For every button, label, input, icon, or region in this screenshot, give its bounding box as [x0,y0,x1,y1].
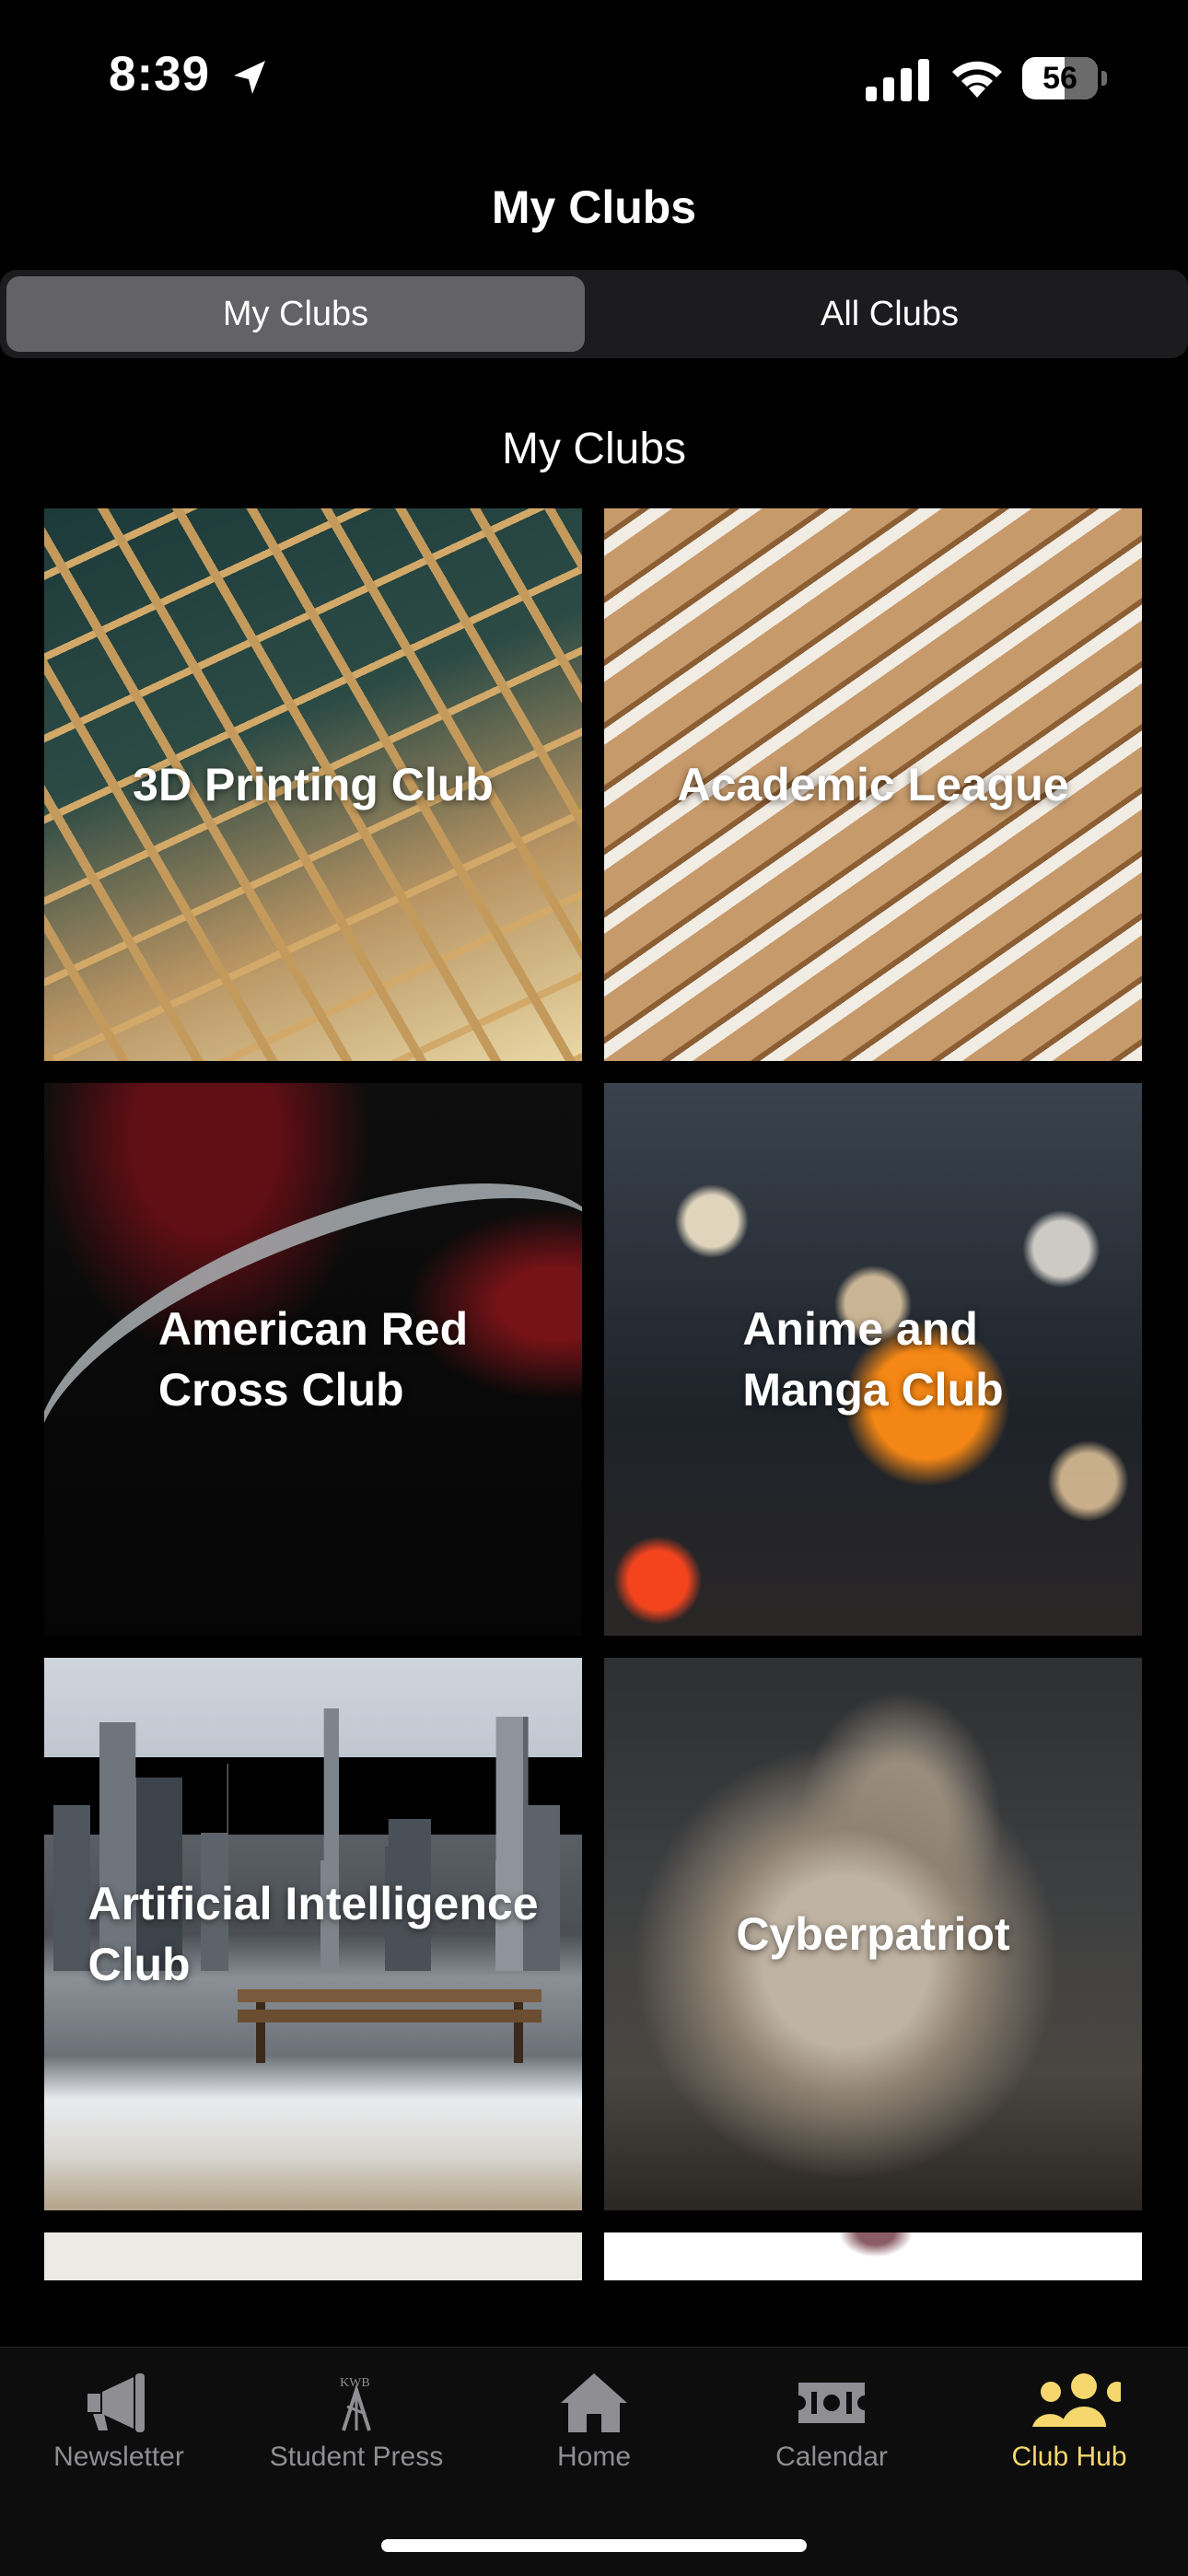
tab-label: Calendar [775,2442,888,2472]
segment-all-clubs[interactable]: All Clubs [600,276,1179,352]
tab-calendar[interactable]: Calendar [713,2364,950,2484]
tab-student-press[interactable]: KWB Student Press [238,2364,475,2484]
club-tile-label: Cyberpatriot [736,1908,1010,1960]
club-tile-label: American Red Cross Club [157,1303,469,1416]
tab-club-hub[interactable]: Club Hub [950,2364,1188,2484]
status-time: 8:39 [109,47,211,101]
club-tile-artificial-intelligence[interactable]: Artificial Intelligence Club [44,1658,582,2210]
battery-body: 56 [1022,57,1098,99]
club-tile-partial[interactable] [44,2232,582,2280]
tab-newsletter[interactable]: Newsletter [0,2364,238,2484]
wifi-icon [952,61,1002,98]
battery-indicator: 56 [1022,57,1107,99]
segmented-control: My Clubs All Clubs [0,270,1188,358]
club-tile-label: Artificial Intelligence Club [87,1878,539,1990]
club-tile-label: Anime and Manga Club [742,1303,1004,1416]
club-tile-partial[interactable] [604,2232,1142,2280]
cellular-signal-icon [866,59,929,101]
student-press-logo-icon: KWB [340,2376,371,2431]
club-tile-academic-league[interactable]: Academic League [604,508,1142,1061]
club-tile-3d-printing[interactable]: 3D Printing Club [44,508,582,1061]
tab-label: Student Press [269,2442,444,2472]
tab-label: Newsletter [53,2442,184,2472]
home-icon [561,2373,627,2432]
svg-text:KWB: KWB [340,2376,370,2390]
tab-label: Home [556,2442,632,2472]
segment-my-clubs[interactable]: My Clubs [6,276,585,352]
megaphone-icon [87,2373,145,2432]
section-header: My Clubs [501,425,687,473]
page-title: My Clubs [491,181,697,233]
home-indicator[interactable] [381,2539,807,2552]
club-tile-anime-manga[interactable]: Anime and Manga Club [604,1083,1142,1636]
club-tile-label: 3D Printing Club [133,759,494,810]
tab-label: Club Hub [1011,2442,1127,2472]
location-arrow-icon [234,61,265,94]
battery-percent: 56 [1042,61,1077,96]
ticket-icon [798,2383,865,2423]
tab-home[interactable]: Home [475,2364,713,2484]
club-tile-label: Academic League [677,759,1069,810]
club-tile-cyberpatriot[interactable]: Cyberpatriot [604,1658,1142,2210]
club-tile-american-red-cross[interactable]: American Red Cross Club [44,1083,582,1636]
status-bar: 8:39 56 [0,0,1188,157]
people-icon [1032,2373,1121,2427]
